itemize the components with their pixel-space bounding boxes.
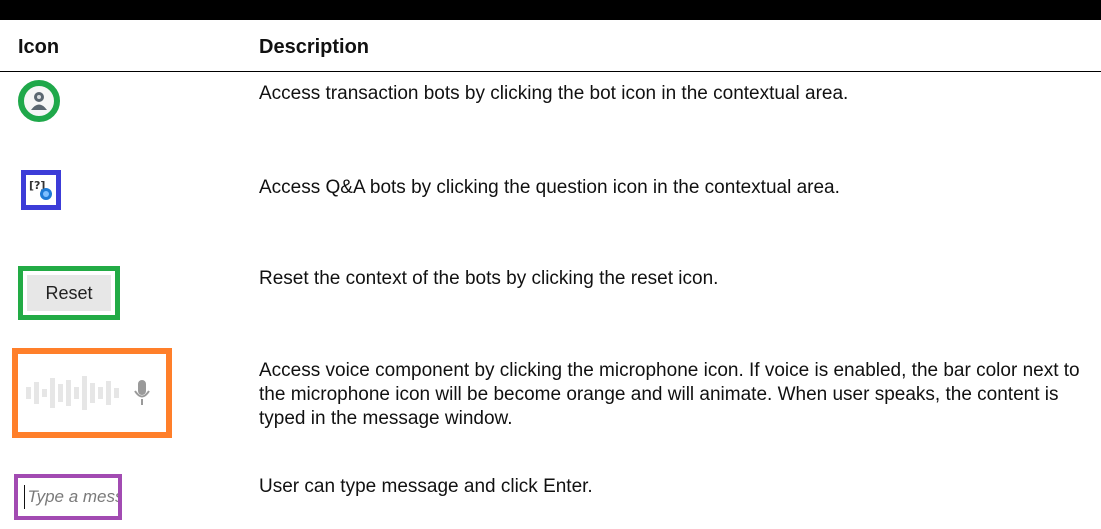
description-reset: Reset the context of the bots by clickin…	[259, 268, 719, 289]
header-divider	[0, 71, 1101, 72]
description-question: Access Q&A bots by clicking the question…	[259, 177, 840, 198]
column-header-icon: Icon	[18, 36, 60, 58]
bot-glyph	[31, 92, 47, 110]
voice-component	[12, 348, 172, 438]
description-bot: Access transaction bots by clicking the …	[259, 83, 849, 104]
reset-button[interactable]: Reset	[27, 275, 111, 311]
description-message: User can type message and click Enter.	[259, 476, 593, 497]
column-header-description: Description	[259, 36, 370, 58]
description-voice: Access voice component by clicking the m…	[259, 360, 1080, 429]
text-cursor	[24, 485, 26, 509]
reset-icon-frame: Reset	[18, 266, 120, 320]
microphone-icon[interactable]	[18, 354, 166, 432]
message-input[interactable]: Type a message	[14, 474, 122, 520]
message-placeholder: Type a message	[27, 487, 118, 506]
question-icon: [?]	[21, 170, 61, 210]
bot-icon	[18, 80, 60, 122]
top-rule	[0, 0, 1101, 20]
question-glyph: [?]	[29, 179, 52, 200]
